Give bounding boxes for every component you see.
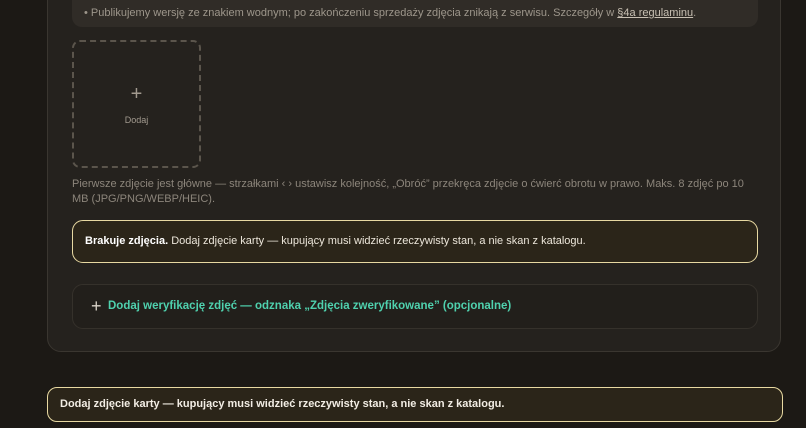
add-verification-toggle[interactable]: + Dodaj weryfikację zdjęć — odznaka „Zdj… — [72, 284, 758, 329]
plus-icon: + — [91, 296, 102, 316]
add-photo-label: Dodaj — [124, 115, 149, 125]
photo-upload-hint: Pierwsze zdjęcie jest główne — strzałkam… — [72, 178, 744, 205]
photos-card: • Publikujemy wersję ze znakiem wodnym; … — [47, 0, 781, 352]
alert-message: Dodaj zdjęcie karty — kupujący musi widz… — [168, 235, 586, 247]
watermark-info-end: . — [693, 7, 697, 19]
missing-photo-alert: Brakuje zdjęcia. Dodaj zdjęcie karty — k… — [72, 220, 758, 263]
page: • Publikujemy wersję ze znakiem wodnym; … — [0, 0, 806, 428]
watermark-info-sentence: • Publikujemy wersję ze znakiem wodnym; … — [84, 7, 618, 19]
alert-title: Brakuje zdjęcia. — [85, 235, 169, 247]
validation-toast: Dodaj zdjęcie karty — kupujący musi widz… — [47, 387, 783, 422]
regulations-link[interactable]: §4a regulaminu — [617, 7, 693, 19]
watermark-info-box: • Publikujemy wersję ze znakiem wodnym; … — [72, 0, 758, 27]
add-verification-label: Dodaj weryfikację zdjęć — odznaka „Zdjęc… — [108, 300, 512, 312]
watermark-info-text: • Publikujemy wersję ze znakiem wodnym; … — [84, 7, 696, 19]
add-photo-button[interactable]: + Dodaj — [72, 40, 201, 168]
plus-icon: + — [130, 83, 143, 105]
